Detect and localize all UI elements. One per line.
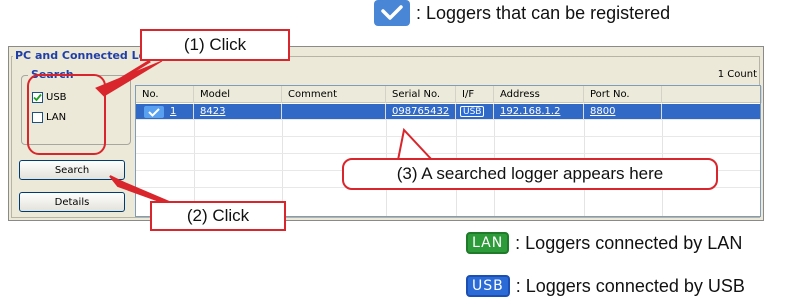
legend-usb: USB : Loggers connected by USB bbox=[466, 275, 745, 297]
callout-3-pointer bbox=[396, 127, 435, 161]
legend-lan-text: : Loggers connected by LAN bbox=[515, 232, 743, 253]
legend-lan: LAN : Loggers connected by LAN bbox=[466, 232, 742, 254]
arrow-shaft-1 bbox=[105, 59, 151, 90]
arrow-to-search-group bbox=[95, 60, 163, 97]
legend-usb-text: : Loggers connected by USB bbox=[515, 275, 745, 296]
lan-badge-icon: LAN bbox=[466, 232, 510, 254]
callout-arrows bbox=[95, 59, 435, 207]
callout-step-2: (2) Click bbox=[150, 201, 286, 231]
usb-badge-icon: USB bbox=[466, 275, 510, 297]
callout-step-1: (1) Click bbox=[140, 29, 290, 61]
callout-step-3: (3) A searched logger appears here bbox=[342, 158, 718, 190]
